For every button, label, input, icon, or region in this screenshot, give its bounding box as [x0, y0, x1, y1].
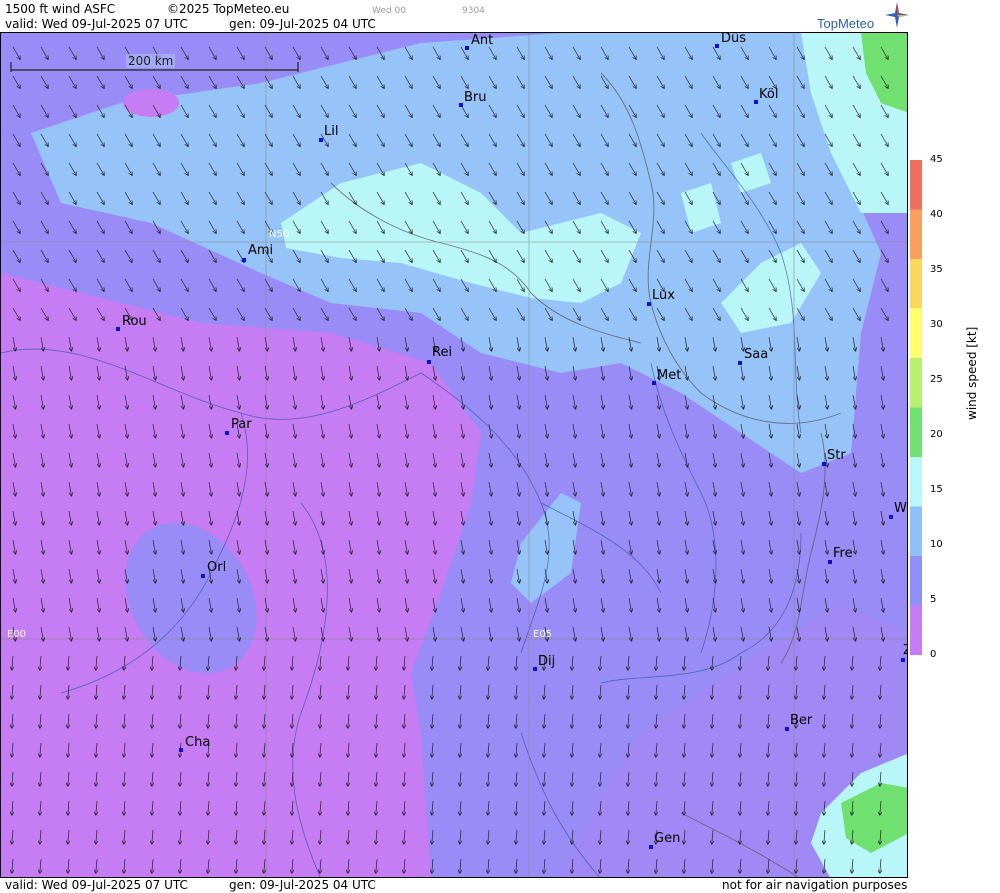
city-label-w: W [894, 501, 907, 516]
legend-tick-label: 35 [930, 264, 943, 275]
grid-label-e05: E05 [533, 629, 553, 640]
legend-title: wind speed [kt] [965, 326, 979, 420]
city-marker-kol [754, 100, 758, 104]
city-label-gen: Gen [654, 831, 681, 846]
day-tag: Wed 00 [372, 6, 406, 16]
city-label-orl: Orl [207, 560, 227, 575]
legend-color-step [910, 556, 922, 606]
brand-name: TopMeteo [817, 16, 875, 31]
compass-icon [885, 2, 909, 28]
scale-bar-label: 200 km [126, 54, 176, 68]
city-marker-z [901, 658, 905, 662]
city-marker-rou [116, 327, 120, 331]
wind-field-layer [1, 33, 907, 877]
valid-time: valid: Wed 09-Jul-2025 07 UTC [5, 17, 188, 31]
city-marker-met [652, 381, 656, 385]
city-label-ami: Ami [248, 243, 274, 258]
footer-generated-time: gen: 09-Jul-2025 04 UTC [229, 878, 376, 892]
footer-bar: valid: Wed 09-Jul-2025 07 UTC gen: 09-Ju… [0, 878, 1000, 893]
city-marker-ant [465, 46, 469, 50]
legend-color-step [910, 308, 922, 359]
city-marker-cha [179, 748, 183, 752]
city-marker-dij [533, 667, 537, 671]
city-label-ant: Ant [471, 33, 494, 48]
legend-tick-label: 25 [930, 374, 943, 385]
city-marker-bru [459, 103, 463, 107]
legend-color-step [910, 209, 922, 260]
city-label-lil: Lil [324, 124, 339, 139]
legend-color-step [910, 358, 922, 408]
footer-valid-time: valid: Wed 09-Jul-2025 07 UTC [5, 878, 188, 892]
product-title: 1500 ft wind ASFC [5, 2, 116, 16]
legend-tick-label: 30 [930, 319, 943, 330]
city-label-met: Met [657, 368, 682, 383]
city-marker-par [225, 431, 229, 435]
city-marker-w [889, 515, 893, 519]
city-marker-gen [649, 845, 653, 849]
copyright-text: ©2025 TopMeteo.eu [167, 2, 290, 16]
legend-colorbar [910, 160, 922, 655]
generated-time: gen: 09-Jul-2025 04 UTC [229, 17, 376, 31]
legend-tick-label: 0 [930, 649, 937, 660]
legend-color-step [910, 605, 922, 655]
legend-color-step [910, 160, 922, 210]
legend-color-step [910, 457, 922, 507]
city-marker-ber [785, 727, 789, 731]
city-label-lux: Lux [652, 288, 675, 303]
topmeteo-logo: TopMeteo [815, 2, 910, 32]
city-label-rei: Rei [432, 345, 453, 360]
city-marker-dus [715, 44, 719, 48]
run-tag: 9304 [462, 6, 485, 16]
city-label-fre: Fre [833, 546, 853, 561]
grid-label-n50: N50 [269, 229, 290, 240]
legend-color-step [910, 259, 922, 309]
city-label-bru: Bru [464, 90, 487, 105]
city-marker-ami [242, 258, 246, 262]
city-marker-orl [201, 574, 205, 578]
city-label-dij: Dij [538, 654, 556, 669]
legend-tick-label: 40 [930, 209, 943, 220]
legend-tick-label: 10 [930, 539, 943, 550]
city-marker-lux [647, 302, 651, 306]
city-marker-saa [738, 361, 742, 365]
city-marker-rei [427, 360, 431, 364]
footer-disclaimer: not for air navigation purposes [722, 878, 908, 892]
grid-label-e00: E00 [7, 629, 27, 640]
legend-tick-label: 5 [930, 594, 937, 605]
city-marker-str [822, 462, 826, 466]
city-label-cha: Cha [185, 735, 211, 750]
legend-tick-label: 15 [930, 484, 943, 495]
city-label-kol: Köl [759, 87, 779, 102]
city-label-dus: Düs [721, 32, 747, 46]
city-marker-fre [828, 560, 832, 564]
city-label-rou: Rou [122, 314, 147, 329]
city-marker-lil [319, 138, 323, 142]
legend-color-step [910, 407, 922, 458]
city-label-ber: Ber [790, 713, 813, 728]
city-label-z: Z [903, 644, 907, 658]
legend-tick-label: 45 [930, 154, 943, 165]
legend-tick-label: 20 [930, 429, 943, 440]
city-label-saa: Saa [744, 347, 769, 362]
city-label-str: Str [827, 448, 846, 463]
legend-color-step [910, 506, 922, 557]
wind-speed-legend: 45 40 35 30 25 20 15 10 5 0 [910, 154, 1000, 660]
city-label-par: Par [231, 417, 252, 432]
wind-map[interactable]: 200 km N50 E00 E05 Ant Düs Bru Köl Lil A… [0, 32, 908, 878]
